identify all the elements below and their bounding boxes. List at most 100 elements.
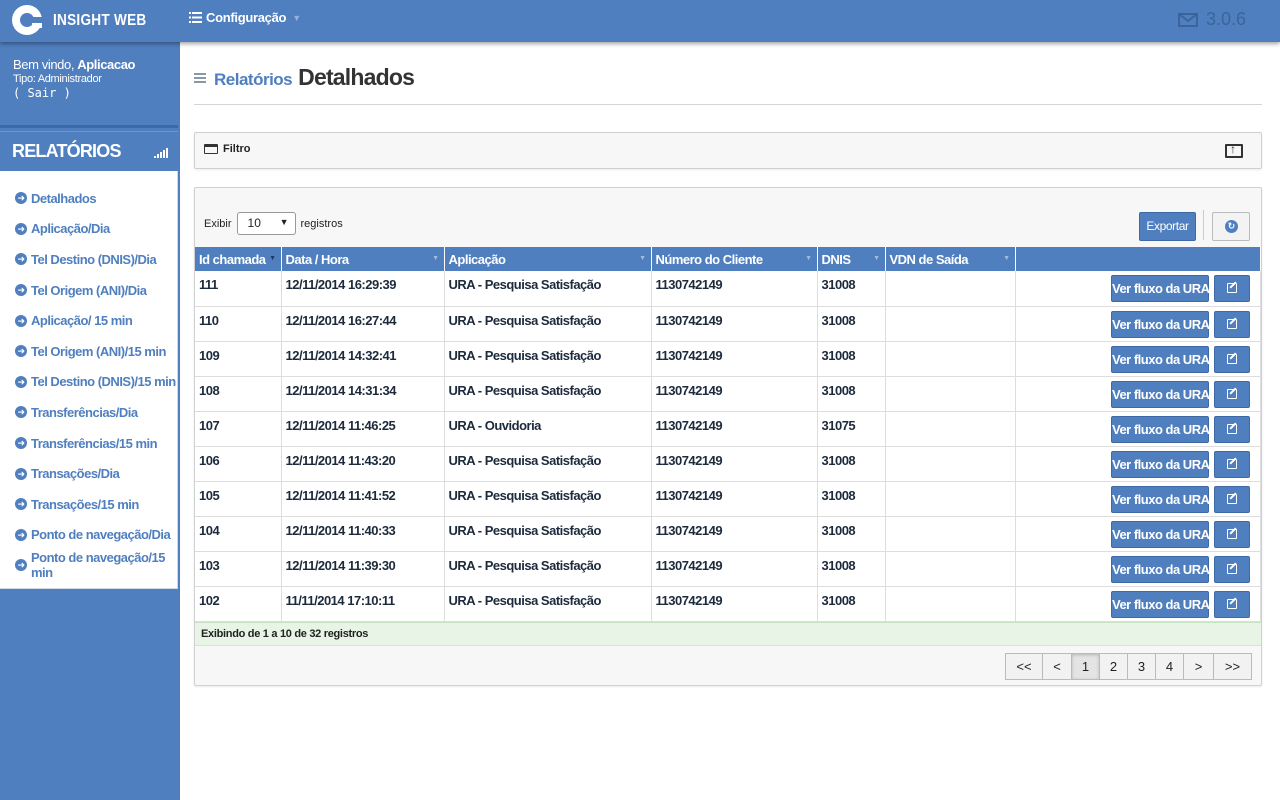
edit-button[interactable]: [1214, 415, 1250, 443]
sidebar-item-aplicacao-dia[interactable]: ➜ Aplicação/Dia: [0, 214, 177, 245]
cell-dnis: 31008: [817, 306, 886, 342]
sidebar-item-tel-origem-dia[interactable]: ➜ Tel Origem (ANI)/Dia: [0, 275, 177, 306]
cell-id: 110: [195, 306, 282, 342]
cell-application: URA - Pesquisa Satisfação: [444, 376, 652, 412]
config-menu[interactable]: Configuração ▼: [189, 10, 301, 25]
sidebar-item-ponto-navegacao-15min[interactable]: ➜ Ponto de navegação/15 min: [0, 550, 177, 581]
cell-actions: Ver fluxo da URA: [1015, 516, 1261, 552]
refresh-button[interactable]: ↻: [1212, 212, 1250, 241]
sidebar-item-transferencias-dia[interactable]: ➜ Transferências/Dia: [0, 397, 177, 428]
edit-button[interactable]: [1214, 520, 1250, 548]
list-icon: [189, 12, 202, 23]
cell-datetime: 12/11/2014 11:43:20: [281, 446, 445, 482]
edit-button[interactable]: [1214, 450, 1250, 478]
page-2-button[interactable]: 2: [1099, 653, 1128, 680]
page-next-button[interactable]: >: [1183, 653, 1214, 680]
column-header-client-number[interactable]: Número do Cliente ▼: [651, 247, 818, 271]
signal-bars-icon: [154, 148, 168, 158]
page-3-button[interactable]: 3: [1127, 653, 1156, 680]
version-area[interactable]: 3.0.6: [1177, 9, 1246, 30]
view-ura-flow-button[interactable]: Ver fluxo da URA: [1111, 485, 1210, 513]
arrow-circle-right-icon: ➜: [15, 406, 27, 419]
sidebar-item-tel-destino-15min[interactable]: ➜ Tel Destino (DNIS)/15 min: [0, 367, 177, 398]
column-header-application[interactable]: Aplicação ▼: [444, 247, 652, 271]
page-1-button[interactable]: 1: [1071, 653, 1100, 680]
sidebar-item-detalhados[interactable]: ➜ Detalhados: [0, 183, 177, 214]
page-first-button[interactable]: <<: [1005, 653, 1043, 680]
breadcrumb[interactable]: Relatórios: [214, 70, 293, 90]
edit-icon: [1227, 493, 1237, 504]
column-header-dnis[interactable]: DNIS ▼: [817, 247, 886, 271]
results-panel: Exibir 10 ▼ registros Exportar ↻ Id cham…: [194, 187, 1262, 686]
cell-application: URA - Pesquisa Satisfação: [444, 271, 652, 307]
sort-icon: ▼: [639, 255, 646, 262]
cell-dnis: 31008: [817, 376, 886, 412]
export-button[interactable]: Exportar: [1139, 212, 1196, 241]
view-ura-flow-button[interactable]: Ver fluxo da URA: [1111, 415, 1210, 443]
cell-dnis: 31008: [817, 516, 886, 552]
table-row: 103 12/11/2014 11:39:30 URA - Pesquisa Sat…: [195, 551, 1261, 587]
arrow-circle-right-icon: ➜: [15, 559, 27, 572]
view-ura-flow-button[interactable]: Ver fluxo da URA: [1111, 590, 1210, 618]
column-header-id[interactable]: Id chamada ▼: [195, 247, 282, 271]
column-header-vdn[interactable]: VDN de Saída ▼: [885, 247, 1016, 271]
cell-datetime: 12/11/2014 11:46:25: [281, 411, 445, 447]
user-name: Aplicacao: [77, 57, 136, 72]
arrow-circle-right-icon: ➜: [15, 345, 27, 358]
view-ura-flow-button[interactable]: Ver fluxo da URA: [1111, 275, 1210, 302]
sidebar-item-transacoes-15min[interactable]: ➜ Transações/15 min: [0, 489, 177, 520]
show-label: Exibir: [204, 217, 232, 230]
cell-datetime: 12/11/2014 11:39:30: [281, 551, 445, 587]
sidebar-item-tel-destino-dia[interactable]: ➜ Tel Destino (DNIS)/Dia: [0, 244, 177, 275]
column-header-datetime[interactable]: Data / Hora ▼: [281, 247, 445, 271]
cell-id: 109: [195, 341, 282, 377]
table-row: 108 12/11/2014 14:31:34 URA - Pesquisa Sat…: [195, 376, 1261, 412]
sidebar-item-ponto-navegacao-dia[interactable]: ➜ Ponto de navegação/Dia: [0, 520, 177, 551]
expand-panel-icon[interactable]: [1225, 142, 1243, 158]
cell-id: 105: [195, 481, 282, 517]
toolbar-divider: [1203, 210, 1204, 240]
edit-icon: [1227, 388, 1237, 399]
cell-application: URA - Pesquisa Satisfação: [444, 516, 652, 552]
edit-button[interactable]: [1214, 380, 1250, 408]
table-row: 104 12/11/2014 11:40:33 URA - Pesquisa Sat…: [195, 516, 1261, 552]
page-size-select[interactable]: 10 ▼: [236, 212, 296, 235]
edit-button[interactable]: [1214, 590, 1250, 618]
sort-icon: ▼: [432, 255, 439, 262]
edit-icon: [1227, 423, 1237, 434]
page-last-button[interactable]: >>: [1213, 653, 1252, 680]
arrow-circle-right-icon: ➜: [15, 253, 27, 266]
logout-link[interactable]: ( Sair ): [13, 86, 178, 100]
arrow-circle-right-icon: ➜: [15, 284, 27, 297]
view-ura-flow-button[interactable]: Ver fluxo da URA: [1111, 555, 1210, 583]
cell-client-number: 1130742149: [651, 271, 818, 307]
cell-vdn: [885, 411, 1016, 447]
title-divider: [194, 104, 1262, 105]
cell-datetime: 12/11/2014 14:32:41: [281, 341, 445, 377]
view-ura-flow-button[interactable]: Ver fluxo da URA: [1111, 310, 1210, 338]
edit-button[interactable]: [1214, 485, 1250, 513]
view-ura-flow-button[interactable]: Ver fluxo da URA: [1111, 520, 1210, 548]
view-ura-flow-button[interactable]: Ver fluxo da URA: [1111, 345, 1210, 373]
sort-icon: ▼: [269, 255, 276, 262]
edit-button[interactable]: [1214, 555, 1250, 583]
arrow-circle-right-icon: ➜: [15, 192, 27, 205]
table-row: 105 12/11/2014 11:41:52 URA - Pesquisa Sat…: [195, 481, 1261, 517]
filter-panel[interactable]: Filtro: [194, 132, 1262, 169]
sidebar-item-aplicacao-15min[interactable]: ➜ Aplicação/ 15 min: [0, 305, 177, 336]
view-ura-flow-button[interactable]: Ver fluxo da URA: [1111, 450, 1210, 478]
page-prev-button[interactable]: <: [1042, 653, 1072, 680]
sidebar-item-tel-origem-15min[interactable]: ➜ Tel Origem (ANI)/15 min: [0, 336, 177, 367]
list-icon: [194, 72, 206, 83]
insight-logo-icon: [12, 5, 44, 35]
sidebar-item-transacoes-dia[interactable]: ➜ Transações/Dia: [0, 458, 177, 489]
edit-button[interactable]: [1214, 345, 1250, 373]
edit-button[interactable]: [1214, 310, 1250, 338]
envelope-icon: [1177, 12, 1198, 27]
cell-dnis: 31008: [817, 586, 886, 622]
view-ura-flow-button[interactable]: Ver fluxo da URA: [1111, 380, 1210, 408]
edit-button[interactable]: [1214, 275, 1250, 302]
cell-id: 104: [195, 516, 282, 552]
sidebar-item-transferencias-15min[interactable]: ➜ Transferências/15 min: [0, 428, 177, 459]
page-4-button[interactable]: 4: [1155, 653, 1184, 680]
